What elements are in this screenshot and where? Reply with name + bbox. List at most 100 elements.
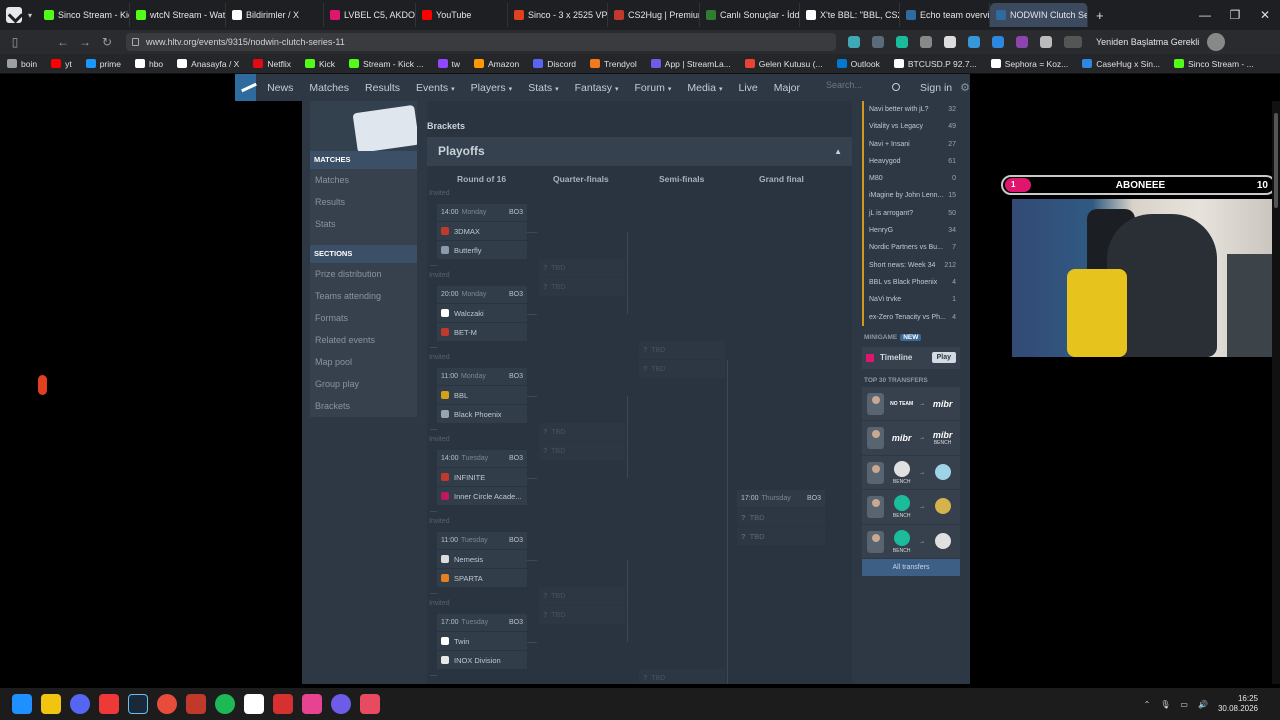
minimize-icon[interactable]: — (1190, 8, 1220, 22)
extension-icon[interactable] (944, 36, 956, 48)
bookmark-item[interactable]: Trendyol (583, 59, 644, 69)
browser-tab[interactable]: LVBEL C5, AKDO - uzu (324, 3, 417, 27)
collapse-icon[interactable]: ▲ (834, 137, 842, 166)
sidebar-item-section[interactable]: Map pool (310, 351, 417, 373)
browser-tab[interactable]: NODWIN Clutch Serie (990, 3, 1089, 27)
browser-menu-icon[interactable] (6, 7, 22, 23)
forum-thread-item[interactable]: iMagine by John Lenn... 15 (862, 187, 960, 205)
match-card[interactable]: 14:00 Monday BO3 3DMAX Butterfly (437, 204, 527, 260)
extension-icon[interactable] (848, 36, 860, 48)
bookmark-item[interactable]: Kick (298, 59, 342, 69)
team-row[interactable]: BET-M (437, 322, 527, 341)
microphone-icon[interactable]: 🎙 (1160, 700, 1170, 709)
forum-thread-item[interactable]: BBL vs Black Phoenix 4 (862, 273, 960, 292)
sidebar-item-section[interactable]: Related events (310, 329, 417, 351)
sidebar-item-section[interactable]: Formats (310, 307, 417, 329)
browser-tab[interactable]: Sinco Stream - Kick D (38, 3, 131, 27)
bookmark-item[interactable]: hbo (128, 59, 170, 69)
timeline-minigame[interactable]: Timeline Play (862, 346, 960, 369)
forum-thread-item[interactable]: Short news: Week 34 212 (862, 256, 960, 274)
app-icon[interactable] (302, 694, 322, 714)
team-row[interactable]: Walczaki (437, 303, 527, 322)
volume-icon[interactable]: 🔊 (1198, 700, 1208, 709)
extension-icon[interactable] (872, 36, 884, 48)
transfer-item[interactable]: BENCH → (862, 455, 960, 491)
team-row[interactable]: Nemesis (437, 549, 527, 568)
browser-tab[interactable]: wtcN Stream - Watch (130, 3, 227, 27)
app-icon[interactable] (360, 694, 380, 714)
sidebar-item-section[interactable]: Group play (310, 373, 417, 395)
sidebar-item-results[interactable]: Results (310, 191, 417, 213)
bookmark-item[interactable]: Discord (526, 59, 583, 69)
bookmark-item[interactable]: App | StreamLa... (644, 59, 738, 69)
maximize-icon[interactable]: ❐ (1220, 8, 1250, 22)
bookmark-item[interactable]: Netflix (246, 59, 298, 69)
match-card[interactable]: 14:00 Tuesday BO3 INFINITE Inner Circle Acad… (437, 450, 527, 506)
semifinal-card[interactable]: ?TBD?TBD (639, 668, 725, 684)
extension-icon[interactable] (1040, 36, 1052, 48)
steam-icon[interactable] (128, 694, 148, 714)
network-icon[interactable]: ▭ (1180, 700, 1188, 709)
browser-tab[interactable]: X'te BBL: "BBL, CS2, Fr (800, 3, 901, 27)
team-row[interactable]: INFINITE (437, 467, 527, 486)
system-clock[interactable]: 16:25 30.08.2026 (1218, 694, 1258, 714)
match-card[interactable]: 11:00 Monday BO3 BBL Black Phoenix (437, 368, 527, 424)
nav-item-players[interactable]: Players ▾ (463, 82, 521, 94)
hltv-logo-icon[interactable] (235, 74, 257, 101)
sidebar-item-matches[interactable]: Matches (310, 169, 417, 191)
forum-thread-item[interactable]: Heavygod 61 (862, 152, 960, 171)
team-row[interactable]: INOX Division (437, 650, 527, 669)
tab-list-chevron-icon[interactable]: ▾ (28, 11, 32, 20)
bookmark-item[interactable]: CaseHug x Sin... (1075, 59, 1167, 69)
bookmark-item[interactable]: Sephora = Koz... (984, 59, 1076, 69)
nav-item-major[interactable]: Major (766, 82, 808, 94)
match-card[interactable]: 11:00 Tuesday BO3 Nemesis SPARTA (437, 532, 527, 588)
forum-thread-item[interactable]: Navi better with jL? 32 (862, 101, 960, 119)
play-button[interactable]: Play (931, 352, 956, 364)
bookmark-item[interactable]: Stream - Kick ... (342, 59, 430, 69)
sidebar-toggle-icon[interactable]: ▯ (4, 35, 26, 49)
transfer-item[interactable]: mibr → mibr BENCH (862, 421, 960, 456)
extension-icon[interactable] (968, 36, 980, 48)
file-explorer-icon[interactable] (41, 694, 61, 714)
browser-tab[interactable]: Canlı Sonuçlar - İddaa (700, 3, 801, 27)
nav-item-results[interactable]: Results (357, 82, 408, 94)
team-row[interactable]: SPARTA (437, 568, 527, 587)
browser-tab[interactable]: Sinco - 3 x 2525 VP H (508, 3, 609, 27)
nav-item-fantasy[interactable]: Fantasy ▾ (567, 82, 627, 94)
extension-icon[interactable] (1016, 36, 1028, 48)
nav-item-events[interactable]: Events ▾ (408, 82, 463, 94)
forum-thread-item[interactable]: Navi + Insani 27 (862, 135, 960, 153)
grand-final-card[interactable]: 17:00 Thursday BO3? TBD? TBD (737, 490, 825, 546)
forum-thread-item[interactable]: Nordic Partners vs Bu... 7 (862, 239, 960, 257)
bookmark-item[interactable]: yt (44, 59, 79, 69)
bookmark-item[interactable]: Amazon (467, 59, 526, 69)
nav-item-media[interactable]: Media ▾ (679, 82, 730, 94)
quarterfinal-card[interactable]: ? TBD? TBD (539, 586, 625, 624)
transfer-item[interactable]: BENCH → (862, 490, 960, 525)
browser-tab[interactable]: Echo team overview | (900, 3, 991, 27)
nav-item-matches[interactable]: Matches (301, 82, 357, 94)
browser-tab[interactable]: YouTube (416, 3, 509, 27)
spotify-icon[interactable] (215, 694, 235, 714)
url-field[interactable]: www.hltv.org/events/9315/nodwin-clutch-s… (126, 33, 836, 51)
search-icon[interactable] (892, 82, 901, 91)
quarterfinal-card[interactable]: ? TBD? TBD (539, 258, 625, 296)
app-icon[interactable] (244, 694, 264, 714)
playoffs-header[interactable]: Playoffs ▲ (427, 137, 852, 166)
nav-item-live[interactable]: Live (731, 82, 766, 94)
forum-thread-item[interactable]: Vitality vs Legacy 49 (862, 118, 960, 136)
tray-chevron-icon[interactable]: ⌃ (1144, 700, 1151, 709)
team-row[interactable]: Twin (437, 631, 527, 650)
transfer-item[interactable]: NO TEAM → mibr (862, 386, 960, 422)
sidebar-item-stats[interactable]: Stats (310, 213, 417, 235)
new-tab-button[interactable]: + (1096, 8, 1104, 23)
nav-item-news[interactable]: News (259, 82, 301, 94)
team-row[interactable]: Inner Circle Acade... (437, 486, 527, 505)
extension-icon[interactable] (920, 36, 932, 48)
reload-icon[interactable]: ↻ (96, 35, 118, 49)
bookmark-item[interactable]: Outlook (830, 59, 887, 69)
nav-item-stats[interactable]: Stats ▾ (520, 82, 566, 94)
forum-thread-item[interactable]: jL is arrogant? 50 (862, 204, 960, 223)
app-icon[interactable] (186, 694, 206, 714)
